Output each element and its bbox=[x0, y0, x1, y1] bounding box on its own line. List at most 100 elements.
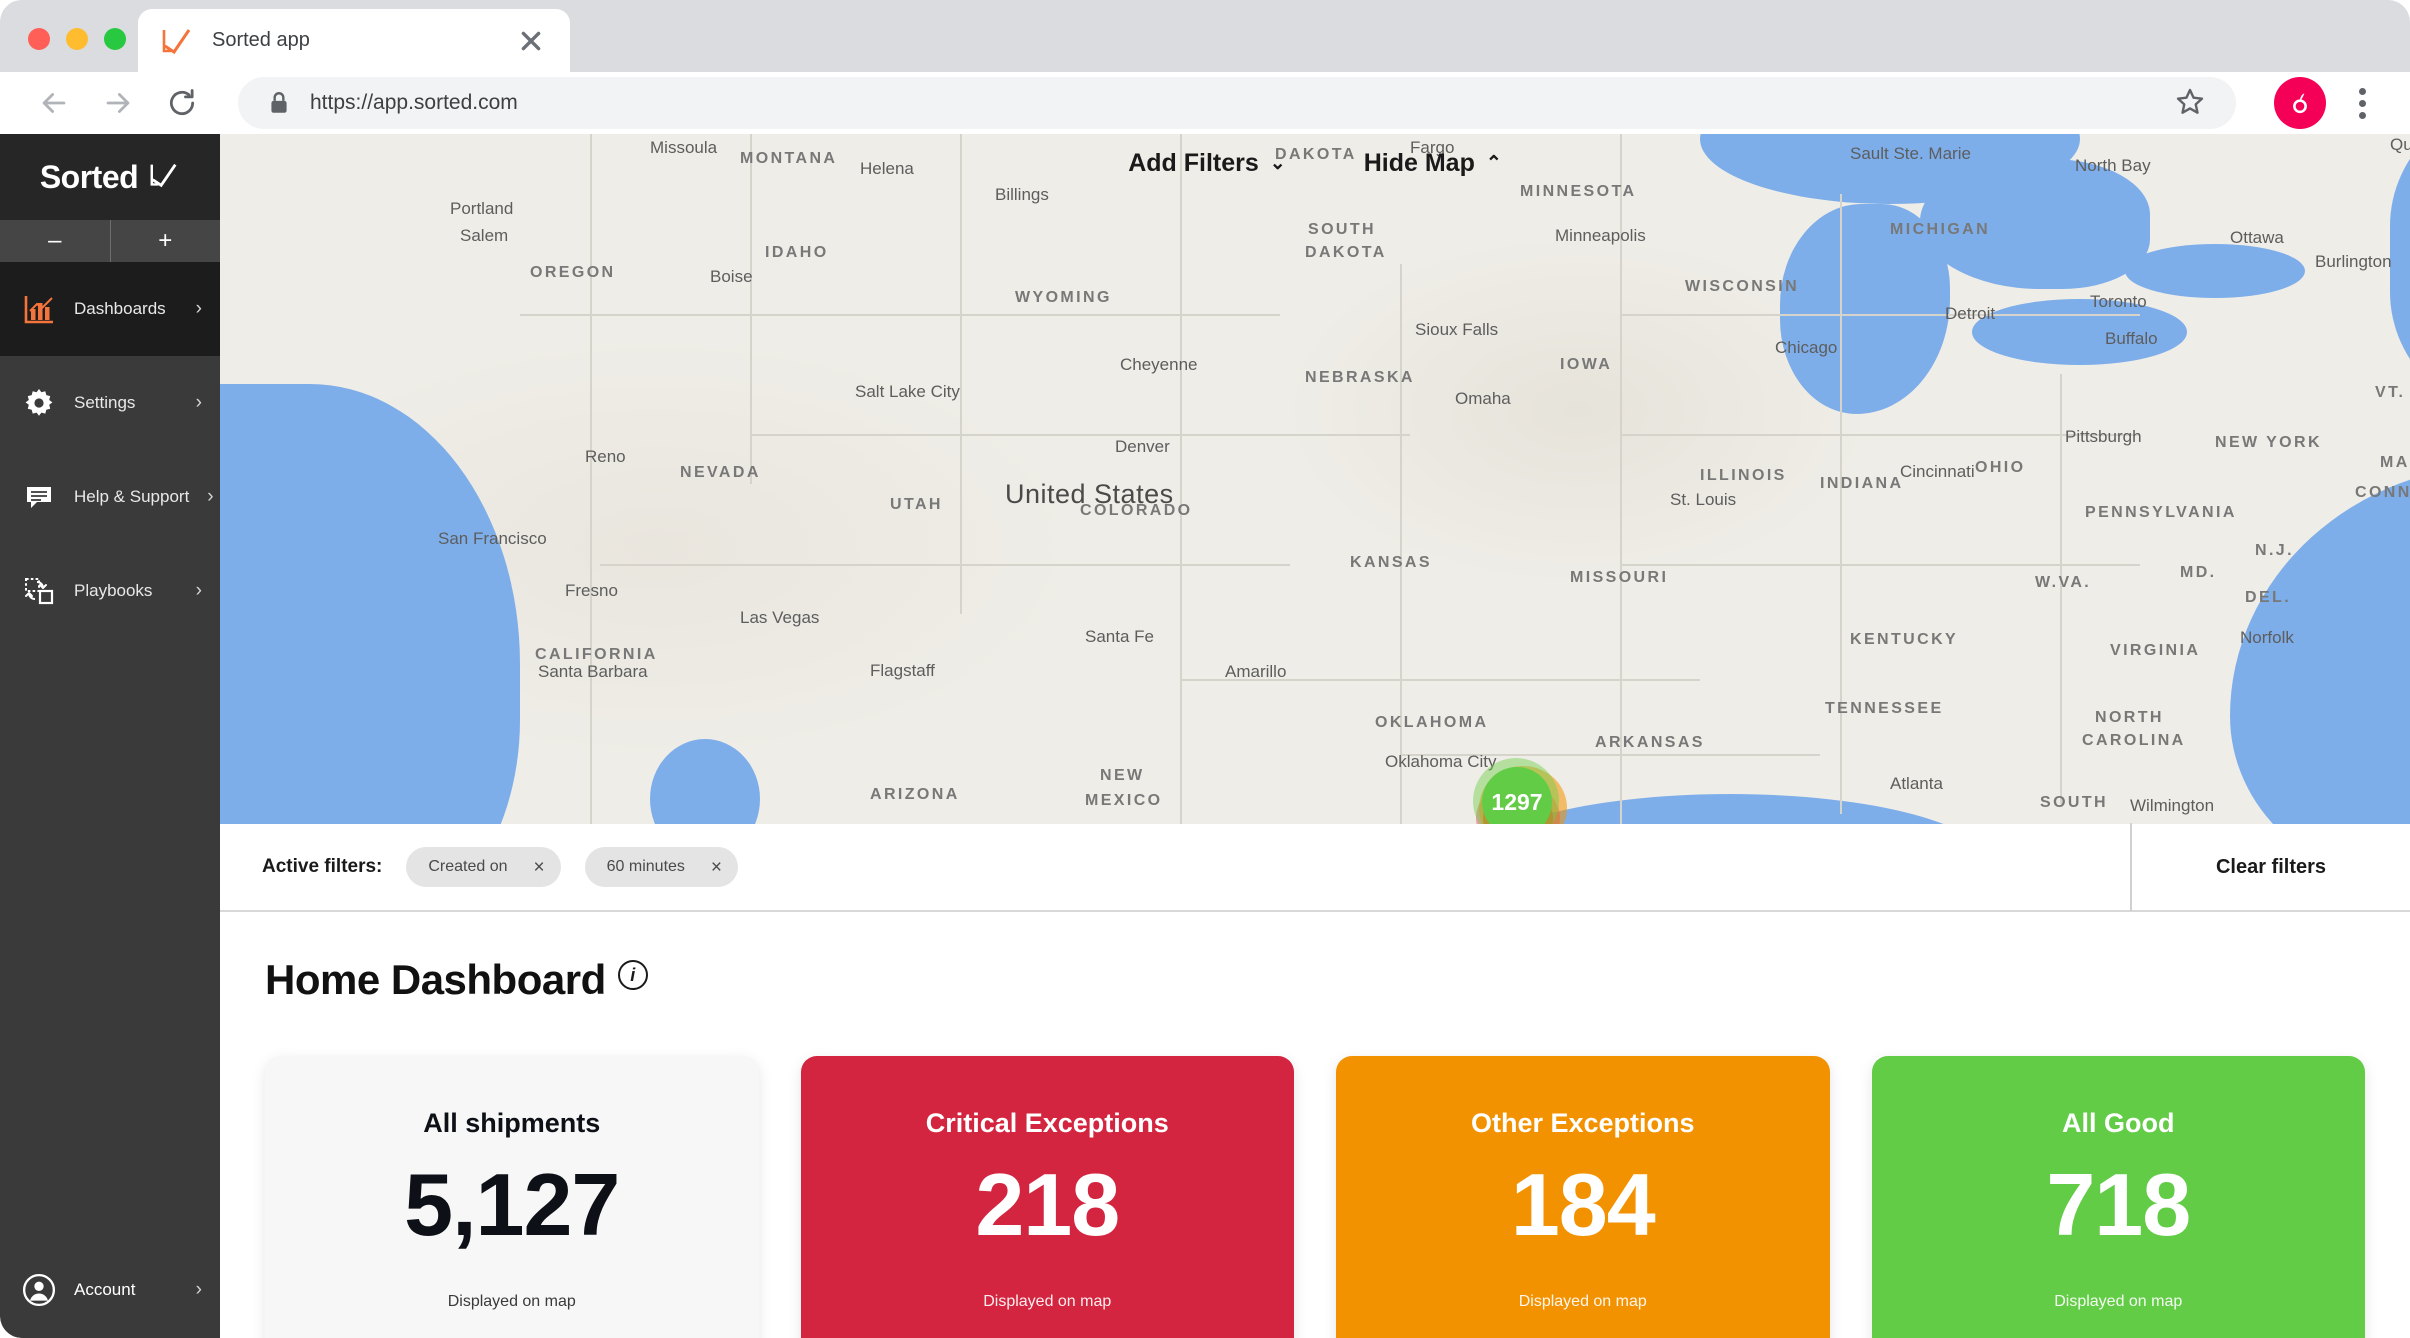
browser-menu-button[interactable] bbox=[2340, 77, 2384, 129]
map-state-label: MD. bbox=[2180, 564, 2217, 581]
shipment-map[interactable]: Add Filters ⌄ Hide Map ⌃ United States M… bbox=[220, 134, 2410, 824]
add-filters-button[interactable]: Add Filters ⌄ bbox=[1128, 149, 1286, 178]
chevron-right-icon: › bbox=[195, 392, 202, 413]
remove-filter-icon[interactable]: × bbox=[711, 858, 722, 877]
map-state-label: N.J. bbox=[2255, 542, 2294, 559]
sidebar-item-label: Account bbox=[74, 1280, 136, 1299]
map-city-label: Cheyenne bbox=[1120, 355, 1198, 374]
map-city-label: Santa Barbara bbox=[538, 662, 648, 681]
map-state-label: NEW YORK bbox=[2215, 434, 2322, 451]
address-bar[interactable]: https://app.sorted.com bbox=[238, 77, 2236, 129]
tab-title: Sorted app bbox=[212, 29, 310, 51]
active-filters-label: Active filters: bbox=[262, 856, 383, 877]
map-state-label: WYOMING bbox=[1015, 289, 1112, 306]
map-city-label: St. Louis bbox=[1670, 490, 1737, 509]
map-city-label: Omaha bbox=[1455, 389, 1511, 408]
map-city-label: Burlington bbox=[2315, 252, 2392, 271]
map-city-label: Cincinnati bbox=[1900, 462, 1975, 481]
map-state-label: VT. bbox=[2375, 384, 2406, 401]
close-window-button[interactable] bbox=[28, 28, 50, 50]
filter-chip-60-minutes[interactable]: 60 minutes × bbox=[584, 847, 739, 887]
map-city-label: San Francisco bbox=[438, 529, 547, 548]
map-state-label: OHIO bbox=[1975, 459, 2026, 476]
map-city-label: Portland bbox=[450, 199, 514, 218]
map-state-label: INDIANA bbox=[1820, 475, 1904, 492]
minimize-window-button[interactable] bbox=[66, 28, 88, 50]
stat-card[interactable]: All shipments 5,127 Displayed on map bbox=[265, 1056, 759, 1338]
sidebar-item-help-support[interactable]: Help & Support › bbox=[0, 450, 220, 544]
sidebar-item-label: Help & Support bbox=[74, 487, 190, 506]
reload-button[interactable] bbox=[154, 75, 210, 131]
sidebar-item-settings[interactable]: Settings › bbox=[0, 356, 220, 450]
map-state-label: CAROLINA bbox=[2082, 732, 2186, 749]
map-state-label: TENNESSEE bbox=[1825, 700, 1944, 717]
map-zoom-controls: – + bbox=[0, 220, 220, 262]
stat-card-title: Critical Exceptions bbox=[925, 1108, 1169, 1138]
maximize-window-button[interactable] bbox=[104, 28, 126, 50]
map-city-label: Salem bbox=[460, 226, 509, 245]
back-button[interactable] bbox=[26, 75, 82, 131]
info-icon[interactable]: i bbox=[617, 960, 648, 990]
map-city-label: Boise bbox=[710, 267, 753, 286]
chevron-right-icon: › bbox=[195, 580, 202, 601]
sidebar-item-dashboards[interactable]: Dashboards › bbox=[0, 262, 220, 356]
app-viewport: Add Filters ⌄ Hide Map ⌃ United States M… bbox=[0, 134, 2410, 1338]
stat-card-value: 218 bbox=[975, 1155, 1120, 1254]
map-state-label: DEL. bbox=[2245, 589, 2292, 606]
sidebar-item-label: Settings bbox=[74, 393, 136, 412]
sidebar-item-playbooks[interactable]: Playbooks › bbox=[0, 544, 220, 638]
user-avatar-icon bbox=[22, 1273, 56, 1307]
sidebar-item-label: Dashboards bbox=[74, 299, 166, 318]
map-state-label: MISSOURI bbox=[1570, 569, 1669, 586]
page-title-row: Home Dashboard i bbox=[265, 956, 2410, 1004]
stat-card[interactable]: All Good 718 Displayed on map bbox=[1871, 1056, 2365, 1338]
filter-chip-created-on[interactable]: Created on × bbox=[406, 847, 561, 887]
zoom-in-button[interactable]: + bbox=[111, 220, 221, 262]
sidebar-logo[interactable]: Sorted bbox=[0, 134, 220, 220]
map-city-label: Buffalo bbox=[2105, 329, 2158, 348]
sidebar-item-account[interactable]: Account › bbox=[0, 1242, 220, 1338]
clear-filters-button[interactable]: Clear filters bbox=[2130, 823, 2410, 911]
gear-icon bbox=[22, 386, 56, 420]
checkmark-icon bbox=[148, 159, 180, 196]
stat-card[interactable]: Critical Exceptions 218 Displayed on map bbox=[800, 1056, 1294, 1338]
playbooks-icon bbox=[22, 574, 56, 608]
map-city-label: Salt Lake City bbox=[855, 382, 960, 401]
remove-filter-icon[interactable]: × bbox=[534, 858, 545, 877]
map-state-label: NEW bbox=[1100, 767, 1145, 784]
chevron-right-icon: › bbox=[207, 486, 214, 507]
map-state-label: PENNSYLVANIA bbox=[2085, 504, 2237, 521]
forward-button[interactable] bbox=[90, 75, 146, 131]
lock-icon bbox=[266, 90, 292, 116]
map-state-label: IOWA bbox=[1560, 356, 1613, 373]
map-state-label: MEXICO bbox=[1085, 792, 1163, 809]
bar-chart-icon bbox=[22, 292, 56, 326]
active-filters-bar: Active filters: Created on × 60 minutes … bbox=[220, 823, 2410, 912]
hide-map-button[interactable]: Hide Map ⌃ bbox=[1364, 149, 1502, 178]
map-city-label: Reno bbox=[585, 447, 626, 466]
chevron-up-icon: ⌃ bbox=[1485, 152, 1502, 174]
map-city-label: Wilmington bbox=[2130, 796, 2215, 815]
map-state-label: IDAHO bbox=[765, 244, 829, 261]
browser-toolbar: https://app.sorted.com bbox=[0, 72, 2410, 134]
map-state-label: SOUTH bbox=[2040, 794, 2108, 811]
sorted-checkmark-icon bbox=[160, 24, 194, 58]
map-state-label: ARIZONA bbox=[870, 786, 960, 803]
stat-card-subtitle: Displayed on map bbox=[2054, 1293, 2183, 1311]
lake-ontario bbox=[2125, 244, 2305, 298]
stat-card[interactable]: Other Exceptions 184 Displayed on map bbox=[1336, 1056, 1830, 1338]
bookmark-star-icon[interactable] bbox=[2174, 86, 2208, 120]
sidebar-logo-text: Sorted bbox=[39, 158, 139, 195]
browser-tab[interactable]: Sorted app bbox=[138, 9, 570, 72]
map-state-label: WISCONSIN bbox=[1685, 278, 1800, 295]
profile-avatar[interactable] bbox=[2274, 77, 2326, 129]
map-state-label: VIRGINIA bbox=[2110, 642, 2201, 659]
map-cluster-marker[interactable]: 1297 bbox=[1473, 756, 1573, 824]
chevron-right-icon: › bbox=[195, 298, 202, 319]
add-filters-label: Add Filters bbox=[1128, 148, 1259, 177]
map-city-label: Flagstaff bbox=[870, 661, 935, 680]
map-city-label: Toronto bbox=[2090, 292, 2147, 311]
zoom-out-button[interactable]: – bbox=[0, 220, 111, 262]
close-tab-button[interactable] bbox=[514, 24, 548, 58]
map-city-label: Detroit bbox=[1945, 304, 1996, 323]
